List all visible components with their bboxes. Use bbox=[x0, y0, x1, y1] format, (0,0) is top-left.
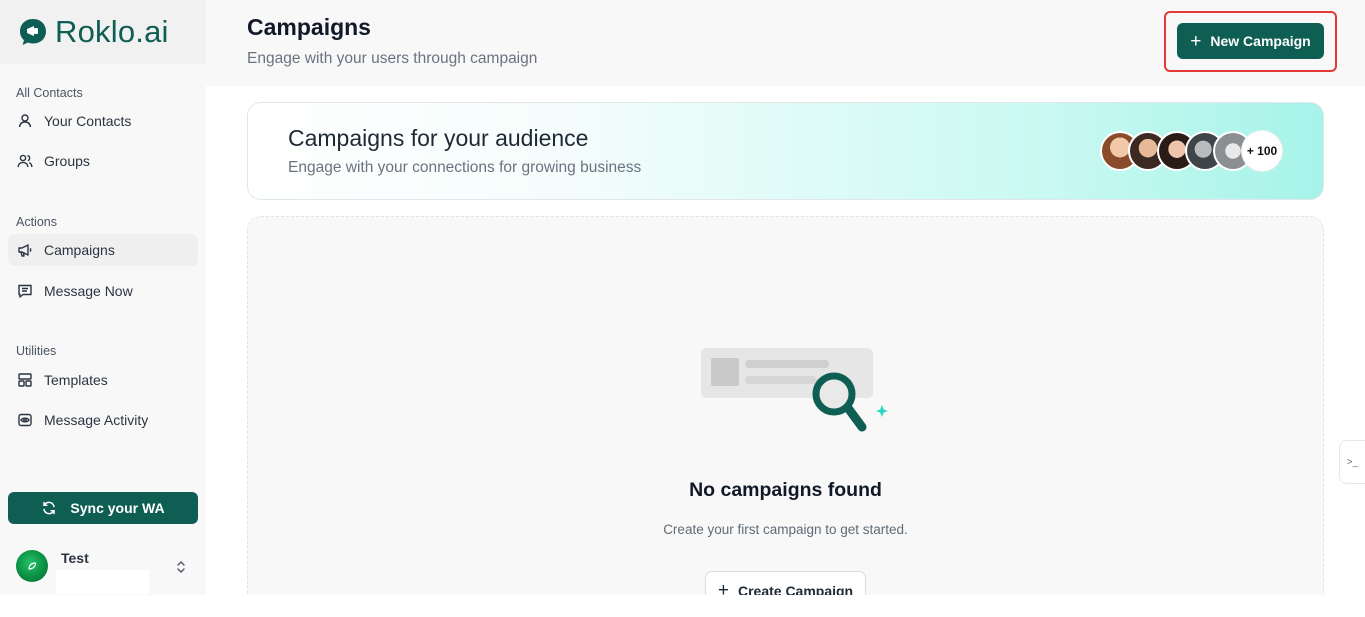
sidebar-item-message-activity[interactable]: Message Activity bbox=[8, 404, 198, 436]
new-campaign-label: New Campaign bbox=[1210, 33, 1311, 49]
user-icon bbox=[17, 113, 33, 129]
sync-wa-label: Sync your WA bbox=[70, 500, 165, 516]
sidebar-item-label: Campaigns bbox=[44, 242, 115, 258]
sidebar-item-label: Templates bbox=[44, 372, 108, 388]
layout-template-icon bbox=[17, 372, 33, 388]
sidebar-item-message-now[interactable]: Message Now bbox=[8, 275, 198, 307]
user-menu[interactable]: Test bbox=[0, 542, 206, 594]
banner-title: Campaigns for your audience bbox=[288, 125, 589, 151]
avatar bbox=[16, 550, 48, 582]
sidebar-item-label: Message Activity bbox=[44, 412, 149, 428]
empty-search-illustration bbox=[701, 348, 888, 432]
sidebar: Roklo.ai All Contacts Your Contacts Grou… bbox=[0, 0, 206, 595]
refresh-icon bbox=[43, 501, 56, 515]
page-header: Campaigns Engage with your users through… bbox=[206, 0, 1365, 86]
bottom-strip bbox=[0, 595, 1365, 617]
section-title-all-contacts: All Contacts bbox=[16, 86, 83, 100]
page-subtitle: Engage with your users through campaign bbox=[247, 50, 538, 67]
sidebar-item-campaigns[interactable]: Campaigns bbox=[8, 234, 198, 266]
message-square-icon bbox=[17, 283, 33, 299]
audience-banner: Campaigns for your audience Engage with … bbox=[247, 102, 1324, 200]
brand-name: Roklo.ai bbox=[55, 14, 169, 49]
user-email-redacted bbox=[56, 570, 149, 594]
sidebar-item-label: Message Now bbox=[44, 283, 133, 299]
side-panel-toggle[interactable]: >_ bbox=[1339, 440, 1365, 484]
sidebar-item-groups[interactable]: Groups bbox=[8, 145, 198, 177]
brand[interactable]: Roklo.ai bbox=[0, 0, 206, 64]
logo-icon bbox=[17, 16, 49, 48]
megaphone-icon bbox=[17, 242, 33, 258]
campaigns-empty-panel: No campaigns found Create your first cam… bbox=[247, 216, 1324, 616]
sidebar-item-your-contacts[interactable]: Your Contacts bbox=[8, 105, 198, 137]
terminal-icon: >_ bbox=[1346, 456, 1359, 468]
section-title-actions: Actions bbox=[16, 215, 57, 229]
empty-state-title: No campaigns found bbox=[689, 479, 882, 501]
page-title: Campaigns bbox=[247, 14, 371, 40]
sidebar-item-templates[interactable]: Templates bbox=[8, 364, 198, 396]
user-name: Test bbox=[61, 550, 89, 566]
leaf-icon bbox=[28, 562, 37, 570]
banner-subtitle: Engage with your connections for growing… bbox=[288, 159, 642, 176]
users-icon bbox=[17, 153, 33, 169]
plus-icon: + bbox=[1190, 30, 1202, 52]
new-campaign-button[interactable]: + New Campaign bbox=[1177, 23, 1324, 59]
empty-state-subtitle: Create your first campaign to get starte… bbox=[663, 522, 908, 537]
avatar-stack: + 100 bbox=[1100, 131, 1290, 171]
sync-wa-button[interactable]: Sync your WA bbox=[8, 492, 198, 524]
sidebar-item-label: Your Contacts bbox=[44, 113, 132, 129]
chevrons-up-down-icon[interactable] bbox=[174, 558, 188, 576]
sidebar-item-label: Groups bbox=[44, 153, 90, 169]
more-count-badge: + 100 bbox=[1242, 131, 1282, 171]
eye-activity-icon bbox=[17, 412, 33, 428]
section-title-utilities: Utilities bbox=[16, 344, 57, 358]
